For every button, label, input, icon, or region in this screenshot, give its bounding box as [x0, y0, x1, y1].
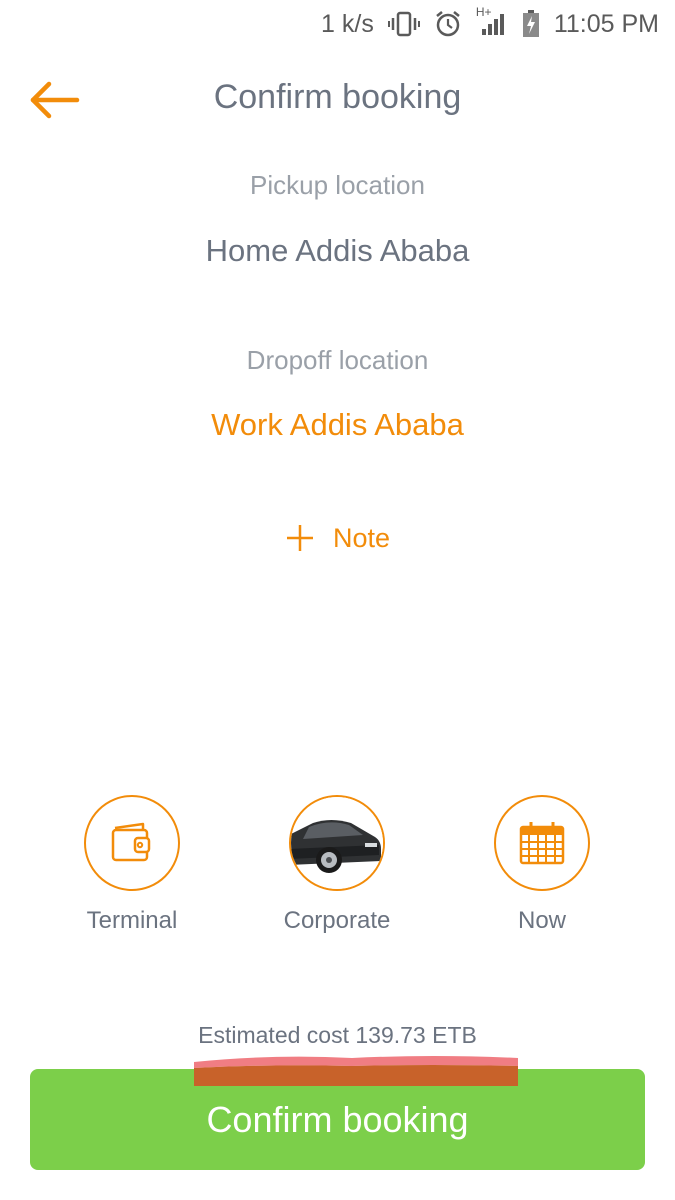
payment-circle	[84, 795, 180, 891]
car-icon	[291, 797, 383, 889]
plus-icon	[285, 523, 315, 553]
dropoff-location[interactable]: Work Addis Ababa	[0, 407, 675, 443]
schedule-option[interactable]: Now	[442, 795, 642, 935]
dropoff-label: Dropoff location	[246, 345, 429, 375]
highlight-underline-mark	[194, 1056, 518, 1086]
pickup-label: Pickup location	[250, 170, 425, 200]
vehicle-circle	[289, 795, 385, 891]
battery-charging-icon	[522, 10, 540, 38]
schedule-circle	[494, 795, 590, 891]
estimated-cost: Estimated cost 139.73 ETB	[198, 1022, 477, 1048]
status-bar: 1 k/s H+ 11:05 PM	[0, 0, 675, 48]
alarm-icon	[434, 10, 462, 38]
vibrate-icon	[387, 11, 420, 37]
schedule-option-label: Now	[517, 907, 566, 934]
pickup-location[interactable]: Home Addis Ababa	[0, 233, 675, 269]
wallet-icon	[111, 822, 151, 862]
app-bar: Confirm booking	[0, 60, 675, 140]
payment-option-label: Terminal	[86, 907, 178, 934]
page-title: Confirm booking	[213, 78, 462, 116]
clock-time: 11:05 PM	[553, 9, 659, 38]
vehicle-option[interactable]: Corporate	[237, 795, 437, 935]
signal-icon: H+	[476, 5, 508, 37]
vehicle-option-label: Corporate	[283, 907, 391, 934]
payment-option[interactable]: Terminal	[32, 795, 232, 935]
note-label: Note	[332, 522, 391, 553]
add-note-button[interactable]: Note	[0, 515, 675, 561]
network-speed: 1 k/s	[321, 9, 374, 38]
network-type: H+	[475, 5, 492, 19]
calendar-icon	[519, 822, 565, 865]
confirm-booking-screen: 1 k/s H+ 11:05 PM Confirm booking Pickup…	[0, 0, 675, 1200]
